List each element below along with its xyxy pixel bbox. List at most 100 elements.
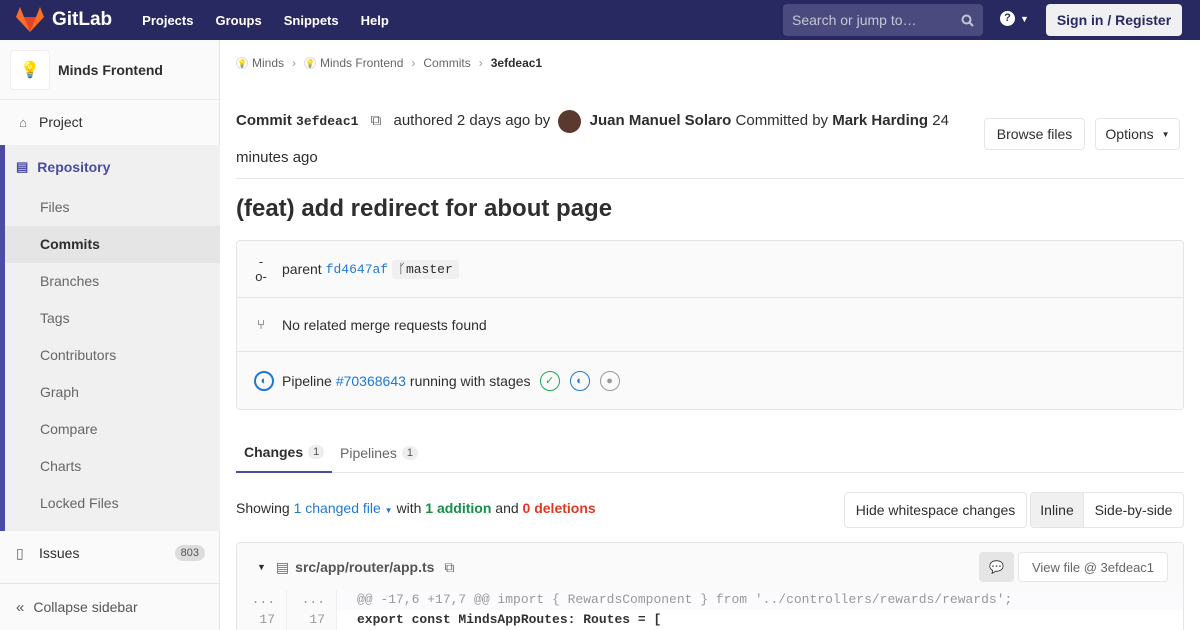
additions-count: 1 addition — [425, 500, 492, 516]
pipeline-status-text: running with stages — [409, 372, 531, 389]
sidebar-subitem-compare[interactable]: Compare — [5, 411, 220, 448]
diff-summary: Showing 1 changed file ▼ with 1 addition… — [236, 500, 596, 516]
showing-text: Showing — [236, 500, 290, 516]
branch-icon: ᚴ — [398, 261, 406, 277]
stage-passed-icon[interactable]: ✓ — [539, 370, 560, 391]
brand-name: GitLab — [52, 9, 113, 30]
sidebar-subitem-contributors[interactable]: Contributors — [5, 337, 220, 374]
search-input[interactable]: Search or jump to… — [783, 4, 983, 36]
sidebar-subitem-commits[interactable]: Commits — [5, 226, 220, 263]
merge-request-icon: ⑂ — [257, 317, 265, 332]
tab-pipelines[interactable]: Pipelines 1 — [340, 432, 418, 473]
tab-changes[interactable]: Changes 1 — [236, 432, 332, 473]
view-file-button[interactable]: View file @ 3efdeac1 — [1018, 552, 1168, 582]
committed-by-text: Committed by — [735, 112, 829, 129]
commit-tabs: Changes 1 Pipelines 1 — [236, 432, 1184, 473]
sidebar-subitem-branches[interactable]: Branches — [5, 263, 220, 300]
chevron-right-icon: › — [478, 56, 483, 70]
top-navbar: GitLab Projects Groups Snippets Help Sea… — [0, 0, 1200, 40]
merge-requests-text: No related merge requests found — [282, 316, 487, 333]
stage-running-icon[interactable]: ◐ — [569, 370, 590, 391]
copy-icon[interactable]: ⧉ — [371, 112, 382, 129]
committer-name[interactable]: Mark Harding — [832, 112, 928, 129]
search-icon — [961, 14, 974, 27]
sidebar-subitem-locked-files[interactable]: Locked Files — [5, 485, 220, 522]
chevron-right-icon: › — [292, 56, 297, 70]
pipeline-label: Pipeline — [282, 372, 332, 389]
old-line-number: ... — [237, 590, 287, 610]
sidebar-item-label: Issues — [39, 545, 80, 561]
branch-badge[interactable]: ᚴmaster — [392, 259, 459, 279]
pipeline-row: ◐ Pipeline #70368643 running with stages… — [237, 352, 1183, 409]
issues-count-badge: 803 — [174, 545, 205, 561]
options-dropdown[interactable]: Options ▼ — [1095, 118, 1180, 150]
commit-label: Commit — [236, 112, 292, 129]
sidebar: 💡 Minds Frontend ⌂ Project ▤ Repository … — [0, 40, 220, 630]
with-text: with — [396, 500, 422, 516]
sidebar-repository-section: ▤ Repository Files Commits Branches Tags… — [0, 145, 220, 531]
author-name[interactable]: Juan Manuel Solaro — [590, 112, 732, 129]
pipeline-link[interactable]: #70368643 — [336, 373, 406, 389]
sidebar-item-issues[interactable]: ▯ Issues 803 — [0, 531, 219, 575]
breadcrumb-current[interactable]: 3efdeac1 — [491, 56, 542, 70]
project-name: Minds Frontend — [58, 61, 163, 78]
nav-help[interactable]: Help — [361, 13, 389, 28]
parent-label: parent — [282, 261, 322, 277]
document-icon: ▤ — [16, 159, 29, 174]
nav-groups[interactable]: Groups — [215, 13, 261, 28]
diff-hunk-header: ... ... @@ -17,6 +17,7 @@ import { Rewar… — [236, 590, 1184, 610]
copy-icon[interactable]: ⧉ — [444, 559, 454, 576]
sidebar-subitem-graph[interactable]: Graph — [5, 374, 220, 411]
breadcrumb-item[interactable]: Commits — [423, 56, 470, 70]
sidebar-subitem-tags[interactable]: Tags — [5, 300, 220, 337]
group-avatar-icon: 💡 — [236, 57, 248, 69]
breadcrumb-item[interactable]: Minds Frontend — [320, 56, 403, 70]
changed-files-label: 1 changed file — [293, 500, 381, 516]
and-text: and — [495, 500, 519, 516]
sidebar-subitem-charts[interactable]: Charts — [5, 448, 220, 485]
author-avatar[interactable] — [558, 109, 582, 133]
sidebar-item-label: Project — [39, 114, 83, 130]
pipelines-count-badge: 1 — [401, 445, 418, 460]
inline-view-button[interactable]: Inline — [1030, 492, 1084, 528]
lightbulb-icon: 💡 — [20, 61, 40, 79]
changed-files-dropdown[interactable]: 1 changed file ▼ — [294, 500, 393, 516]
nav-snippets[interactable]: Snippets — [284, 13, 339, 28]
help-dropdown[interactable]: ? ▼ — [1000, 11, 1029, 26]
sidebar-item-project[interactable]: ⌂ Project — [0, 100, 219, 144]
commit-info-box: -o- parent fd4647af ᚴmaster ⑂ No related… — [236, 240, 1184, 410]
caret-down-icon: ▼ — [1161, 129, 1170, 139]
branch-name: master — [405, 261, 453, 277]
comment-icon: 💬 — [989, 560, 1004, 574]
double-chevron-left-icon: « — [16, 598, 25, 616]
sidebar-subitem-files[interactable]: Files — [5, 189, 220, 226]
diff-file-header: ▼ ▤ src/app/router/app.ts ⧉ 💬 View file … — [236, 542, 1184, 592]
caret-down-icon: ▼ — [384, 506, 393, 515]
project-avatar: 💡 — [10, 49, 50, 90]
parent-sha-link[interactable]: fd4647af — [326, 262, 388, 277]
project-avatar-icon: 💡 — [304, 57, 317, 69]
side-by-side-button[interactable]: Side-by-side — [1083, 492, 1184, 528]
home-icon: ⌂ — [19, 114, 27, 130]
caret-down-icon[interactable]: ▼ — [257, 562, 266, 572]
hide-whitespace-button[interactable]: Hide whitespace changes — [844, 492, 1027, 528]
file-path[interactable]: src/app/router/app.ts — [295, 559, 434, 575]
chevron-down-icon: ▼ — [1020, 13, 1029, 24]
stage-created-icon[interactable]: ● — [599, 370, 620, 391]
browse-files-button[interactable]: Browse files — [984, 118, 1085, 150]
old-line-number: 17 — [237, 610, 287, 630]
diff-code-line: @@ -17,6 +17,7 @@ import { RewardsCompon… — [337, 590, 1183, 610]
issues-icon: ▯ — [16, 544, 24, 561]
diff-code-line: export const MindsAppRoutes: Routes = [ — [357, 612, 662, 627]
collapse-label: Collapse sidebar — [33, 599, 138, 615]
pipeline-running-icon[interactable]: ◐ — [254, 370, 274, 391]
comment-button[interactable]: 💬 — [979, 552, 1014, 582]
signin-button[interactable]: Sign in / Register — [1046, 4, 1182, 36]
gitlab-logo[interactable]: GitLab — [16, 7, 112, 33]
sidebar-project-header[interactable]: 💡 Minds Frontend — [0, 40, 219, 100]
breadcrumb-item[interactable]: Minds — [252, 56, 284, 70]
nav-projects[interactable]: Projects — [142, 13, 193, 28]
sidebar-item-repository[interactable]: ▤ Repository — [5, 145, 220, 189]
collapse-sidebar-button[interactable]: « Collapse sidebar — [0, 583, 219, 630]
commit-sha: 3efdeac1 — [296, 114, 359, 129]
